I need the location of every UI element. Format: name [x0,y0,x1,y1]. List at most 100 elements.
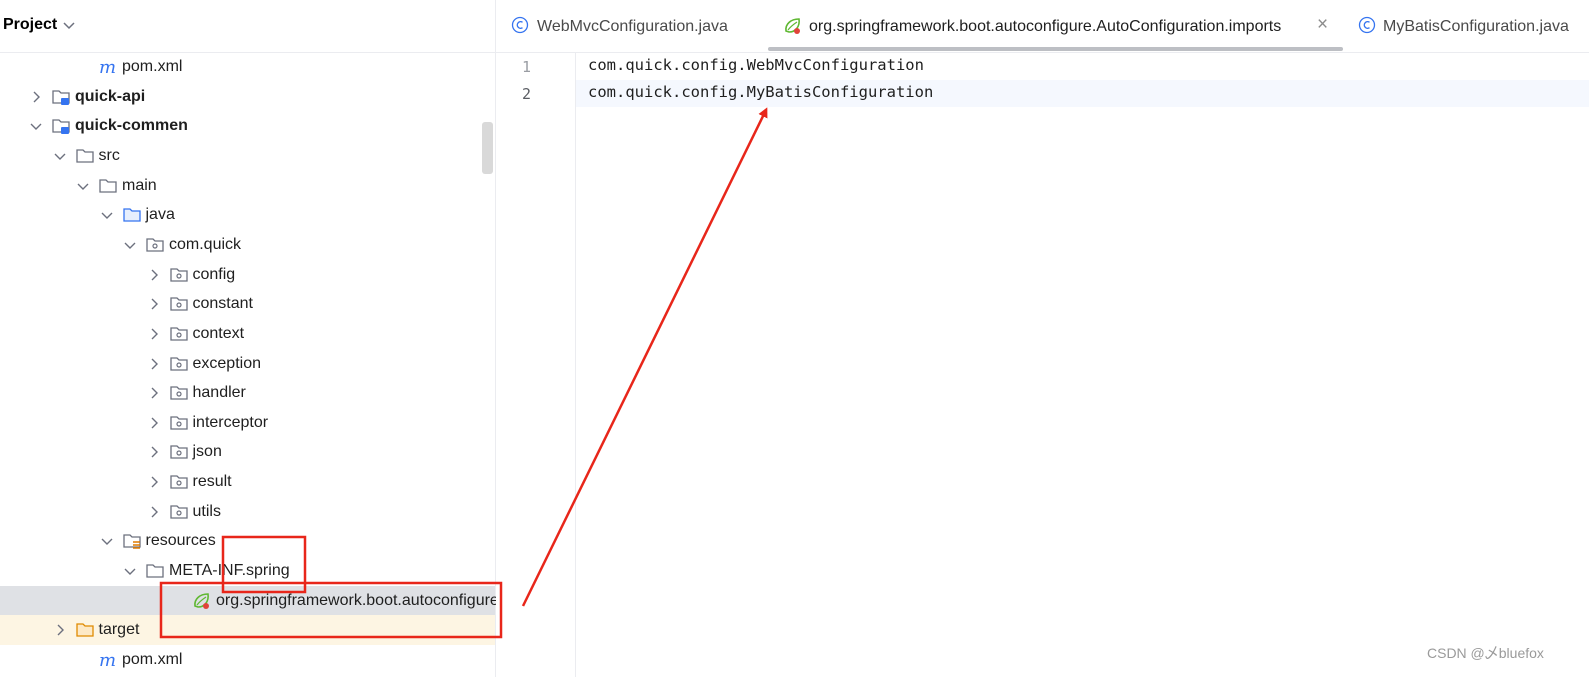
chevron-right-icon[interactable] [147,297,161,311]
tree-item-com-quick[interactable]: com.quick [0,230,495,260]
tree-item-quick-api[interactable]: quick-api [0,82,495,112]
svg-text:m: m [99,650,116,670]
chevron-down-icon[interactable] [29,119,43,133]
chevron-down-icon[interactable] [53,149,67,163]
code-editor[interactable]: 1 2 com.quick.config.WebMvcConfiguration… [496,53,1589,677]
watermark: CSDN @乄bluefox [1427,645,1544,661]
tree-item-label: java [145,206,175,224]
tree-item-result[interactable]: result [0,467,495,497]
tab-label: MyBatisConfiguration.java [1383,18,1569,35]
line-number-gutter: 1 2 [496,53,576,677]
tree-item-label: config [192,265,236,283]
tree-item-handler[interactable]: handler [0,378,495,408]
tree-item-quick-commen[interactable]: quick-commen [0,111,495,141]
tree-item-label: constant [192,295,253,313]
chevron-right-icon[interactable] [147,268,161,282]
project-panel-header: Project [0,0,495,53]
tree-item-pom-xml[interactable]: m pom.xml [0,52,495,82]
module-icon [51,116,71,136]
package-icon [169,502,189,522]
editor-tab-bar: WebMvcConfiguration.java org.springframe… [496,0,1589,53]
code-line-current[interactable]: com.quick.config.MyBatisConfiguration [576,80,1589,107]
package-icon [145,235,165,255]
chevron-down-icon[interactable] [76,179,90,193]
tree-item-exception[interactable]: exception [0,349,495,379]
folder-icon [145,561,165,581]
code-text: com.quick.config.WebMvcConfiguration [588,56,924,74]
chevron-right-icon[interactable] [147,416,161,430]
tree-item-main[interactable]: main [0,171,495,201]
tree-item-label: context [192,324,245,342]
code-text: com.quick.config.MyBatisConfiguration [588,83,934,101]
package-icon [169,324,189,344]
tree-item-context[interactable]: context [0,319,495,349]
package-icon [169,472,189,492]
excluded-folder-icon [75,620,95,640]
tree-item-label: utils [192,502,221,520]
chevron-down-icon[interactable] [100,208,114,222]
chevron-right-icon[interactable] [147,475,161,489]
tree-item-label: resources [145,532,216,550]
tree-item-org-springframework-boot-autoconfigure[interactable]: org.springframework.boot.autoconfigure. [0,585,503,616]
tree-item-src[interactable]: src [0,141,495,171]
chevron-right-icon[interactable] [53,623,67,637]
chevron-right-icon[interactable] [147,327,161,341]
tree-scrollbar[interactable] [482,122,493,174]
tree-item-config[interactable]: config [0,260,495,290]
resources-folder-icon [122,531,142,551]
project-tree: m pom.xml quick-api quick-commen src main java… [0,52,503,677]
tab-webmvcconfiguration[interactable]: WebMvcConfiguration.java [496,0,766,52]
chevron-down-icon[interactable] [100,534,114,548]
tab-label: WebMvcConfiguration.java [537,18,728,35]
maven-icon: m [98,650,118,671]
java-class-icon [1358,16,1376,34]
chevron-right-icon[interactable] [147,445,161,459]
tree-item-label: quick-commen [75,117,188,135]
tree-item-label: src [98,146,120,164]
tab-mybatisconfiguration[interactable]: MyBatisConfiguration.java [1356,0,1589,52]
tree-item-label: com.quick [169,235,242,253]
tree-item-label: json [192,443,222,461]
tree-item-resources[interactable]: resources [0,526,495,556]
tree-item-utils[interactable]: utils [0,497,495,527]
tree-item-label: main [122,176,157,194]
package-icon [169,383,189,403]
close-tab-icon[interactable]: × [1317,14,1328,36]
tree-item-label: pom.xml [122,651,183,668]
tree-item-label: target [98,621,140,639]
tree-item-meta-inf-spring[interactable]: META-INF.spring [0,556,495,586]
package-icon [169,265,189,285]
tree-item-label: org.springframework.boot.autoconfigure. [216,591,504,609]
package-icon [169,413,189,433]
tree-item-label: result [192,473,232,491]
tree-item-java[interactable]: java [0,200,495,230]
tab-autoconfiguration-imports[interactable]: org.springframework.boot.autoconfigure.A… [768,0,1343,52]
tree-item-label: exception [192,354,262,372]
tree-item-interceptor[interactable]: interceptor [0,408,495,438]
tree-item-pom-xml[interactable]: m pom.xml [0,645,495,675]
tree-item-json[interactable]: json [0,437,495,467]
chevron-down-icon[interactable] [123,238,137,252]
project-view-title[interactable]: Project [3,16,57,34]
maven-icon: m [98,57,118,78]
code-line[interactable]: com.quick.config.WebMvcConfiguration [576,53,1589,80]
tree-item-label: interceptor [192,413,269,431]
chevron-right-icon[interactable] [29,90,43,104]
chevron-right-icon[interactable] [147,386,161,400]
svg-text:m: m [99,57,116,77]
tab-label: org.springframework.boot.autoconfigure.A… [809,18,1282,35]
project-tool-window: Project m pom.xml quick-api quick-commen src… [0,0,503,677]
chevron-right-icon[interactable] [147,505,161,519]
tree-item-label: quick-api [75,87,146,105]
spring-icon [785,18,800,34]
package-icon [169,354,189,374]
tree-item-target[interactable]: target [0,615,495,646]
tree-item-constant[interactable]: constant [0,289,495,319]
chevron-down-icon[interactable] [123,564,137,578]
chevron-down-icon[interactable] [63,21,75,31]
line-number: 2 [522,85,532,103]
package-icon [169,442,189,462]
chevron-right-icon[interactable] [147,357,161,371]
spring-icon [192,591,212,611]
module-icon [51,87,71,107]
